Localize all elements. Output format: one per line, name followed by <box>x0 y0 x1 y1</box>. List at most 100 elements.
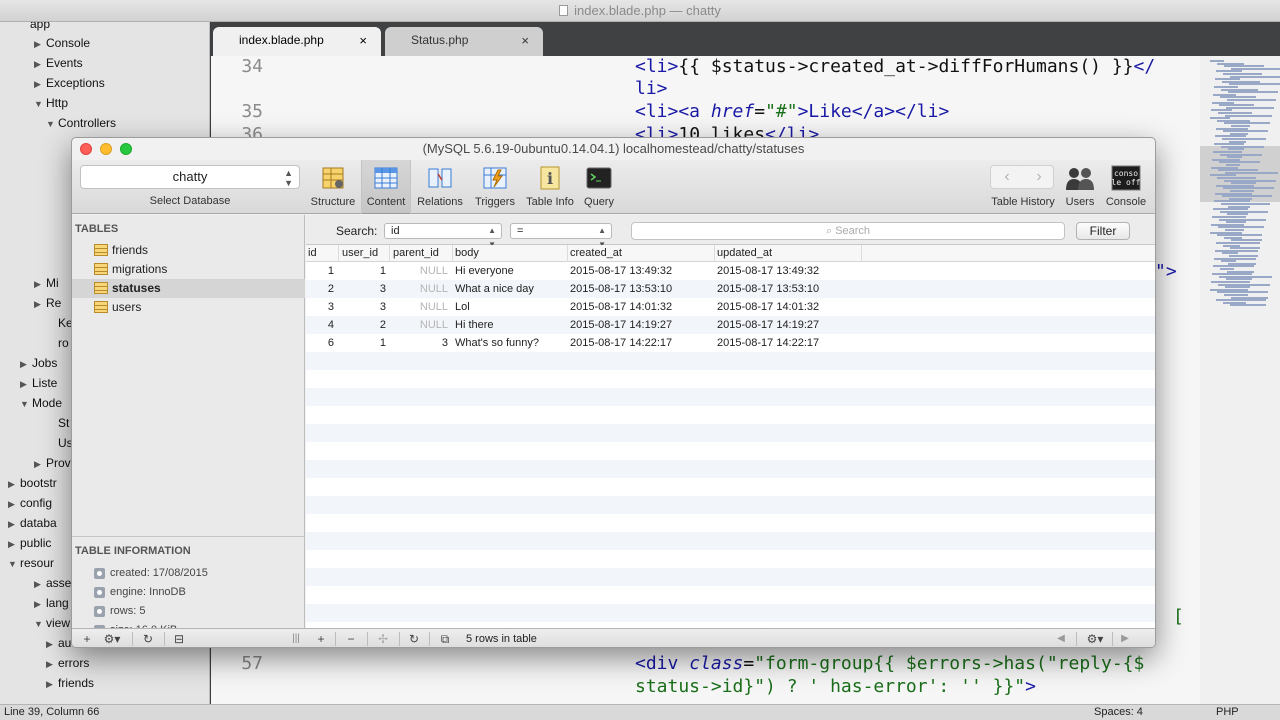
cell-created-at[interactable]: 2015-08-17 14:19:27 <box>570 316 710 334</box>
disclosure-closed-icon[interactable]: ▶ <box>8 534 20 554</box>
cell-user-id[interactable]: 2 <box>340 316 386 334</box>
cell-updated-at[interactable]: 2015-08-17 14:19:27 <box>717 316 857 334</box>
sidebar-item[interactable]: ▶ Exceptions <box>34 73 105 93</box>
database-select[interactable]: chatty ▲ ▼ <box>80 165 300 189</box>
disclosure-closed-icon[interactable]: ▶ <box>46 634 58 654</box>
sidebar-item[interactable]: ▶ databa <box>8 513 57 533</box>
cell-updated-at[interactable]: 2015-08-17 13:53:10 <box>717 280 857 298</box>
console-button[interactable]: conso le off Console <box>1102 160 1150 214</box>
disclosure-closed-icon[interactable]: ▶ <box>34 74 46 94</box>
cell-id[interactable]: 3 <box>306 298 334 316</box>
column-header-created_at[interactable]: created_at <box>568 245 715 262</box>
cell-created-at[interactable]: 2015-08-17 13:49:32 <box>570 262 710 280</box>
sidebar-item[interactable]: ▶ Mi <box>34 273 59 293</box>
remove-row-button[interactable]: − <box>341 629 361 647</box>
sidebar-item[interactable]: ▶ lang <box>34 593 69 613</box>
table-row[interactable]: 3 3 NULL Lol 2015-08-17 14:01:32 2015-08-17 1… <box>306 298 1155 316</box>
cell-user-id[interactable]: 3 <box>340 280 386 298</box>
table-item-friends[interactable]: friends <box>72 241 305 260</box>
disclosure-closed-icon[interactable]: ▶ <box>34 54 46 74</box>
close-icon[interactable]: × <box>521 27 529 54</box>
cell-parent-id[interactable]: NULL <box>391 316 448 334</box>
refresh-tables-button[interactable]: ↻ <box>138 629 158 647</box>
cell-created-at[interactable]: 2015-08-17 14:01:32 <box>570 298 710 316</box>
sidebar-item[interactable]: ▶ errors <box>46 653 89 673</box>
data-grid[interactable]: id user_id parent_id body created_at updated_… <box>306 245 1155 628</box>
disclosure-closed-icon[interactable]: ▶ <box>8 474 20 494</box>
cell-body[interactable]: What a nice day <box>455 280 565 298</box>
table-item-users[interactable]: users <box>72 298 305 317</box>
disclosure-closed-icon[interactable]: ▶ <box>46 654 58 674</box>
disclosure-closed-icon[interactable]: ▶ <box>34 454 46 474</box>
duplicate-row-button[interactable]: ✢ <box>373 629 393 647</box>
add-row-button[interactable]: + <box>311 629 331 647</box>
sidebar-item[interactable]: ▼ view <box>34 613 70 633</box>
copy-rows-icon[interactable]: ⧉ <box>435 629 455 647</box>
disclosure-closed-icon[interactable]: ▶ <box>34 574 46 594</box>
table-row[interactable]: 2 3 NULL What a nice day 2015-08-17 13:53:10… <box>306 280 1155 298</box>
cell-body[interactable]: Hi there <box>455 316 565 334</box>
sidebar-item[interactable]: ro <box>46 333 69 353</box>
column-header-updated_at[interactable]: updated_at <box>715 245 862 262</box>
indentation-setting[interactable]: Spaces: 4 <box>1094 705 1143 720</box>
triggers-button[interactable]: Triggers <box>468 160 522 214</box>
cell-updated-at[interactable]: 2015-08-17 13:49:32 <box>717 262 857 280</box>
previous-page-button[interactable]: ◀ <box>1052 629 1070 647</box>
minimize-window-button[interactable] <box>100 143 112 155</box>
disclosure-closed-icon[interactable]: ▶ <box>20 374 32 394</box>
cell-created-at[interactable]: 2015-08-17 13:53:10 <box>570 280 710 298</box>
cell-user-id[interactable]: 1 <box>340 334 386 352</box>
sidebar-item[interactable]: ▶ bootstr <box>8 473 57 493</box>
sidebar-item[interactable]: ▶ public <box>8 533 51 553</box>
sidebar-item[interactable]: ▼ resour <box>8 553 54 573</box>
users-button[interactable]: Users <box>1060 160 1100 214</box>
next-page-button[interactable]: ▶ <box>1116 629 1134 647</box>
relations-button[interactable]: Relations <box>413 160 467 214</box>
cell-body[interactable]: Hi everyone <box>455 262 565 280</box>
cell-parent-id[interactable]: NULL <box>391 262 448 280</box>
sidebar-item[interactable]: ▼ Mode <box>20 393 62 413</box>
sidebar-item[interactable]: ▶ Jobs <box>20 353 57 373</box>
disclosure-closed-icon[interactable]: ▶ <box>8 494 20 514</box>
sidebar-item[interactable]: ▶ Events <box>34 53 83 73</box>
sidebar-item[interactable]: Us <box>46 433 73 453</box>
sidebar-item[interactable]: ▶ Liste <box>20 373 57 393</box>
content-button[interactable]: Content <box>361 160 411 214</box>
table-row[interactable]: 1 1 NULL Hi everyone 2015-08-17 13:49:32 2015… <box>306 262 1155 280</box>
filter-button[interactable]: Filter <box>1076 222 1130 240</box>
gear-icon[interactable]: ⚙▾ <box>1082 629 1108 647</box>
disclosure-closed-icon[interactable]: ▶ <box>34 294 46 314</box>
split-resize-handle[interactable]: ||| <box>286 629 306 647</box>
sidebar-item[interactable]: ▶ friends <box>46 673 94 693</box>
disclosure-closed-icon[interactable]: ▶ <box>34 274 46 294</box>
filter-toggle-icon[interactable]: ⊟ <box>170 629 188 647</box>
column-header-user_id[interactable]: user_id <box>340 245 390 262</box>
sidebar-item[interactable]: ▶ asse <box>34 573 71 593</box>
sidebar-item[interactable]: ▼ Http <box>34 93 68 113</box>
structure-button[interactable]: Structure <box>306 160 360 214</box>
zoom-window-button[interactable] <box>120 143 132 155</box>
cell-updated-at[interactable]: 2015-08-17 14:22:17 <box>717 334 857 352</box>
search-input[interactable]: ⌕ Search <box>631 222 1065 240</box>
tab-index-blade[interactable]: index.blade.php × <box>213 27 381 56</box>
sidebar-item[interactable]: ▶ config <box>8 493 52 513</box>
column-header-parent_id[interactable]: parent_id <box>391 245 453 262</box>
cell-updated-at[interactable]: 2015-08-17 14:01:32 <box>717 298 857 316</box>
column-header-id[interactable]: id <box>306 245 339 262</box>
disclosure-open-icon[interactable]: ▼ <box>20 394 32 414</box>
cell-id[interactable]: 1 <box>306 262 334 280</box>
table-row[interactable]: 6 1 3 What's so funny? 2015-08-17 14:22:17 20… <box>306 334 1155 352</box>
disclosure-open-icon[interactable]: ▼ <box>34 614 46 634</box>
sidebar-item[interactable]: St <box>46 413 69 433</box>
sidebar-item[interactable]: ▶ Console <box>34 33 90 53</box>
sidebar-item[interactable]: ▶ au <box>46 633 71 653</box>
disclosure-closed-icon[interactable]: ▶ <box>34 34 46 54</box>
table-row[interactable]: 4 2 NULL Hi there 2015-08-17 14:19:27 2015-08… <box>306 316 1155 334</box>
cell-id[interactable]: 6 <box>306 334 334 352</box>
disclosure-open-icon[interactable]: ▼ <box>46 114 58 134</box>
cell-created-at[interactable]: 2015-08-17 14:22:17 <box>570 334 710 352</box>
refresh-rows-button[interactable]: ↻ <box>404 629 424 647</box>
tab-status-php[interactable]: Status.php × <box>385 27 543 56</box>
cell-id[interactable]: 2 <box>306 280 334 298</box>
table-info-button[interactable]: i Table Info <box>523 160 577 214</box>
